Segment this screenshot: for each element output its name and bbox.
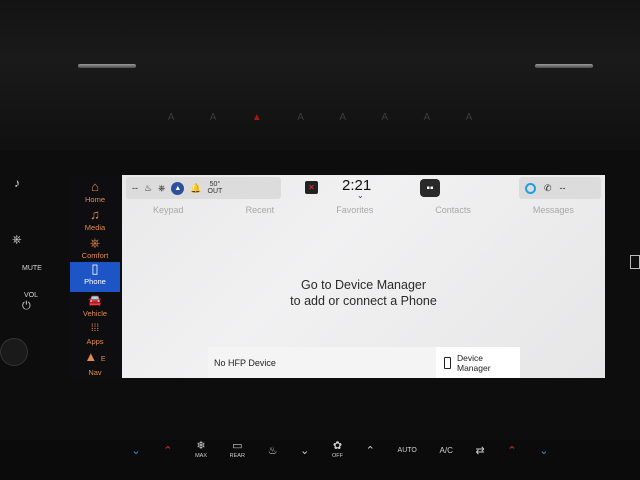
- rail-label: Nav: [88, 368, 102, 377]
- left-vent: [78, 64, 136, 68]
- seat-heat-icon: ♨: [144, 182, 153, 193]
- phone-icon: ▯: [91, 261, 99, 276]
- tab-recent[interactable]: Recent: [246, 205, 275, 221]
- device-manager-label: Device Manager: [457, 352, 491, 373]
- apps-grid-icon: ⁞⁞⁞: [90, 323, 100, 334]
- tab-contacts[interactable]: Contacts: [435, 205, 471, 221]
- temp-up-right[interactable]: ⌃: [507, 446, 516, 457]
- recirculation-button[interactable]: ⇄: [476, 446, 485, 457]
- driver-profile-icon: ▲: [171, 181, 185, 195]
- device-manager-button[interactable]: Device Manager: [436, 347, 520, 378]
- temp-up-left[interactable]: ⌃: [163, 446, 172, 457]
- chevron-down-icon[interactable]: ⌄: [357, 191, 364, 200]
- strip-key[interactable]: ▲: [252, 112, 262, 123]
- compass-heading: E: [100, 356, 106, 363]
- rail-nav[interactable]: ▲ E Nav: [70, 350, 120, 378]
- phone-bottom-bar: No HFP Device Device Manager: [208, 347, 520, 378]
- seat-icon: ⎈: [89, 235, 101, 250]
- mute-label: MUTE: [22, 265, 42, 272]
- hfp-device-status: No HFP Device: [214, 357, 276, 368]
- tab-keypad[interactable]: Keypad: [153, 205, 184, 221]
- apps-button[interactable]: ▪▪: [420, 179, 440, 197]
- status-bar: -- ♨ ⎈ ▲ 🔔 50° OUT ✕ 2:21 ⌄ ▪▪ ✆ --: [122, 175, 605, 201]
- message-line: Go to Device Manager: [300, 278, 427, 292]
- connect-phone-message: Go to Device Manager to add or connect a…: [122, 277, 605, 309]
- rail-label: Media: [84, 223, 106, 232]
- temp-down-left[interactable]: ⌄: [131, 446, 140, 457]
- auto-button[interactable]: AUTO: [398, 447, 417, 455]
- phone-screen: -- ♨ ⎈ ▲ 🔔 50° OUT ✕ 2:21 ⌄ ▪▪ ✆ -- Keypa…: [122, 175, 605, 378]
- power-icon[interactable]: ⏻: [22, 300, 31, 313]
- status-right-dash: --: [559, 183, 566, 193]
- strip-key[interactable]: A: [381, 112, 388, 123]
- right-edge-control[interactable]: [630, 255, 640, 269]
- max-defrost-button[interactable]: ❄ MAX: [195, 441, 207, 460]
- car-icon: 🚘: [88, 295, 102, 307]
- strip-key[interactable]: A: [466, 112, 473, 123]
- steering-heat-icon: ⎈: [158, 182, 166, 193]
- outside-temp: 50° OUT: [207, 181, 223, 195]
- vol-label: VOL: [24, 292, 39, 299]
- app-shortcut-icon[interactable]: ✕: [305, 181, 318, 194]
- rail-phone[interactable]: ▯ Phone: [70, 262, 120, 292]
- message-line: to add or connect a Phone: [290, 294, 437, 308]
- strip-key[interactable]: A: [168, 112, 175, 123]
- seat-heat-button[interactable]: ♨: [268, 446, 278, 457]
- rail-label: Comfort: [81, 251, 109, 260]
- status-left-dash: --: [132, 183, 138, 193]
- steering-hardkey-icon[interactable]: ⎈: [12, 232, 22, 247]
- rail-label: Home: [84, 195, 105, 204]
- upper-control-strip: A A ▲ A A A A A: [150, 108, 490, 126]
- strip-key[interactable]: A: [339, 112, 346, 123]
- home-icon: ⌂: [91, 179, 99, 194]
- tab-messages[interactable]: Messages: [533, 205, 574, 221]
- fan-off-button[interactable]: ✿ OFF: [332, 441, 343, 460]
- rear-defrost-button[interactable]: ▭ REAR: [230, 441, 245, 460]
- rail-home[interactable]: ⌂ Home: [70, 180, 120, 208]
- rail-label: Phone: [84, 277, 106, 286]
- tab-favorites[interactable]: Favorites: [336, 205, 373, 221]
- strip-key[interactable]: A: [424, 112, 431, 123]
- status-right-group[interactable]: ✆ --: [519, 177, 601, 199]
- rail-apps[interactable]: ⁞⁞⁞ Apps: [70, 322, 120, 350]
- volume-knob[interactable]: [0, 338, 28, 366]
- rail-comfort[interactable]: ⎈ Comfort: [70, 236, 120, 264]
- right-vent: [535, 64, 593, 68]
- fan-up-button[interactable]: ⌃: [366, 446, 375, 457]
- strip-key[interactable]: A: [297, 112, 304, 123]
- alexa-icon[interactable]: [525, 182, 536, 194]
- nav-rail: ⌂ Home ♫ Media ⎈ Comfort ▯ Phone 🚘 Vehic…: [70, 176, 120, 378]
- rail-media[interactable]: ♫ Media: [70, 208, 120, 236]
- climate-bar: ⌄ ⌃ ❄ MAX ▭ REAR ♨ ⌄ ✿ OFF ⌃ AUTO A/C ⇄ ⌃ ⌄: [120, 438, 560, 464]
- notification-bell-icon: 🔔: [190, 182, 202, 193]
- fan-down-button[interactable]: ⌄: [300, 446, 309, 457]
- temp-down-right[interactable]: ⌄: [539, 446, 548, 457]
- dashboard-top: A A ▲ A A A A A: [0, 0, 640, 150]
- status-left-group[interactable]: -- ♨ ⎈ ▲ 🔔 50° OUT: [126, 177, 281, 199]
- phone-status-icon: ✆: [544, 182, 552, 193]
- phone-device-icon: [444, 356, 451, 369]
- strip-key[interactable]: A: [210, 112, 217, 123]
- phone-tabs: Keypad Recent Favorites Contacts Message…: [122, 205, 605, 221]
- rail-vehicle[interactable]: 🚘 Vehicle: [70, 294, 120, 322]
- rail-label: Apps: [86, 337, 104, 346]
- music-hardkey-icon[interactable]: ♪: [14, 176, 20, 190]
- music-note-icon: ♫: [90, 207, 100, 222]
- rail-label: Vehicle: [82, 309, 108, 318]
- ac-button[interactable]: A/C: [440, 447, 453, 455]
- nav-arrow-icon: ▲ E: [84, 349, 106, 364]
